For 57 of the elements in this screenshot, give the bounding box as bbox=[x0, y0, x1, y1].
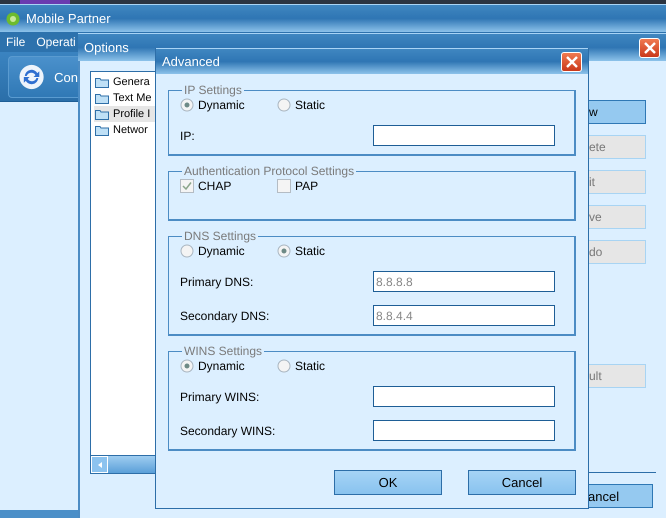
radio-button[interactable] bbox=[277, 244, 291, 258]
left-arrow-icon bbox=[98, 462, 102, 468]
app-icon bbox=[6, 12, 20, 26]
input-field[interactable] bbox=[373, 420, 555, 441]
group-title: Authentication Protocol Settings bbox=[183, 164, 356, 178]
input-field[interactable]: 8.8.4.4 bbox=[373, 305, 555, 326]
window-title: Mobile Partner bbox=[26, 11, 112, 26]
tree-item[interactable]: Profile I bbox=[94, 106, 157, 122]
radio-button[interactable] bbox=[277, 359, 291, 373]
field-label: Secondary WINS: bbox=[180, 424, 276, 438]
option-label: PAP bbox=[295, 179, 318, 193]
option-label: Dynamic bbox=[198, 98, 245, 112]
option-label: Static bbox=[295, 359, 326, 373]
radio-button[interactable] bbox=[180, 244, 194, 258]
sync-icon bbox=[19, 64, 44, 90]
option-label: CHAP bbox=[198, 179, 232, 193]
group-title: IP Settings bbox=[183, 83, 243, 97]
folder-icon bbox=[95, 124, 109, 136]
menu-item[interactable]: Operati bbox=[36, 35, 76, 49]
close-icon bbox=[644, 42, 656, 54]
menu-item[interactable]: File bbox=[6, 35, 26, 49]
tree-item[interactable]: Genera bbox=[94, 74, 157, 90]
cancel-button[interactable]: Cancel bbox=[468, 470, 576, 495]
field-label: Primary DNS: bbox=[180, 274, 254, 288]
ok-button[interactable]: OK bbox=[334, 470, 442, 495]
group-title: WINS Settings bbox=[183, 344, 264, 358]
tree-item[interactable]: Text Me bbox=[94, 90, 157, 106]
radio-button[interactable] bbox=[180, 359, 194, 373]
radio-button[interactable] bbox=[180, 98, 194, 112]
tree-item[interactable]: Networ bbox=[94, 122, 157, 138]
option-label: Static bbox=[295, 98, 326, 112]
option-label: Static bbox=[295, 244, 326, 258]
connect-button[interactable]: Con bbox=[8, 56, 78, 98]
option-label: Dynamic bbox=[198, 359, 245, 373]
close-button[interactable] bbox=[639, 38, 660, 58]
input-field[interactable]: 8.8.8.8 bbox=[373, 271, 555, 292]
folder-icon bbox=[95, 92, 109, 104]
checkbox[interactable] bbox=[180, 179, 194, 193]
group-title: DNS Settings bbox=[183, 229, 258, 243]
cancel-button[interactable]: ancel bbox=[588, 484, 653, 508]
close-button[interactable] bbox=[561, 52, 582, 72]
window-title: Options bbox=[84, 40, 130, 55]
window-title: Advanced bbox=[162, 54, 221, 69]
side-button[interactable]: w bbox=[588, 100, 646, 124]
radio-button[interactable] bbox=[277, 98, 291, 112]
input-field[interactable] bbox=[373, 386, 555, 407]
option-label: Dynamic bbox=[198, 244, 245, 258]
checkbox[interactable] bbox=[277, 179, 291, 193]
field-label: IP: bbox=[180, 128, 196, 142]
close-icon bbox=[566, 56, 578, 68]
scroll-left-button[interactable] bbox=[91, 456, 108, 473]
input-field[interactable] bbox=[373, 125, 555, 146]
field-label: Primary WINS: bbox=[180, 390, 260, 404]
folder-icon bbox=[95, 108, 109, 120]
horizontal-scrollbar[interactable] bbox=[91, 455, 157, 473]
folder-icon bbox=[95, 76, 109, 88]
field-label: Secondary DNS: bbox=[180, 308, 270, 322]
